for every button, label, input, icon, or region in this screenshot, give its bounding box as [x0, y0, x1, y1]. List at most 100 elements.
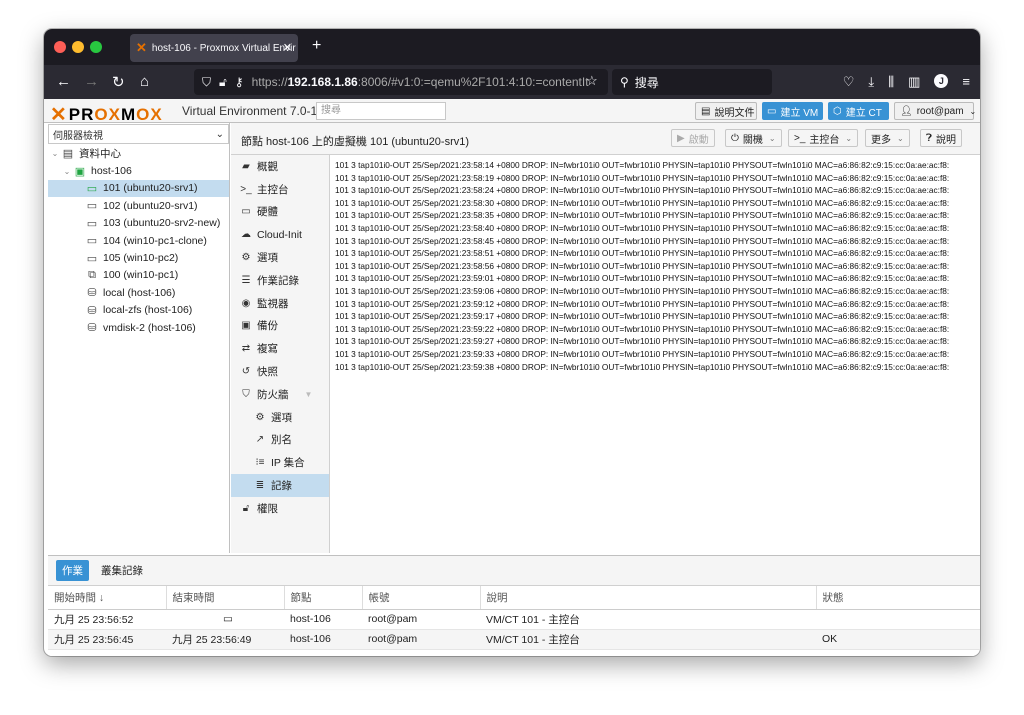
documentation-button[interactable]: ▤ 說明文件 [695, 102, 757, 120]
tree-item[interactable]: ▭ 101 (ubuntu20-srv1) [48, 179, 229, 198]
shield-icon: ⛉ [242, 388, 250, 400]
column-header[interactable]: 結束時間 [166, 586, 285, 610]
vm-side-menu: ▰ 概觀 >_ 主控台 ▭ 硬體 ☁ Cloud-Init ⚙ 選項 ☰ 作業記錄 ◉ 監視器 ▣ 備份 ⇄ 複寫… [231, 155, 330, 553]
tree-item[interactable]: ⛁ local-zfs (host-106) [48, 302, 229, 319]
menu-item[interactable]: ↺ 快照 [231, 360, 329, 383]
create-vm-button[interactable]: ▭ 建立 VM [762, 102, 823, 120]
menu-item[interactable]: ▰ 概觀 [231, 155, 329, 178]
back-icon[interactable]: ← [56, 73, 71, 90]
bookmark-star-icon[interactable]: ☆ [586, 73, 598, 89]
table-row[interactable]: 九月 25 23:56:45 九月 25 23:56:49 host-106 root… [48, 629, 980, 650]
external-link-icon: ↗ [255, 434, 265, 446]
menu-item[interactable]: ⁝≡ IP 集合 [231, 451, 329, 474]
tree-item[interactable]: ▭ 102 (ubuntu20-srv1) [48, 197, 229, 214]
template-icon: ⧉ [88, 268, 96, 281]
close-window-button[interactable] [54, 41, 66, 53]
menu-icon[interactable]: ≡ [962, 74, 970, 90]
tree-item[interactable]: ▭ 104 (win10-pc1-clone) [48, 232, 229, 249]
menu-item[interactable]: ⇄ 複寫 [231, 337, 329, 360]
column-header[interactable]: 帳號 [362, 586, 481, 610]
tab-cluster-log[interactable]: 叢集記錄 [95, 560, 149, 581]
tree-item[interactable]: ⛁ local (host-106) [48, 284, 229, 301]
table-cell-end: ▭ [166, 609, 284, 630]
column-header[interactable]: 狀態 [816, 586, 980, 610]
forward-icon[interactable]: → [84, 73, 99, 90]
permissions-key-icon[interactable]: ⚷ [235, 75, 244, 89]
start-button[interactable]: ▶ 啟動 [671, 129, 715, 147]
log-line: 101 3 tap101i0-OUT 25/Sep/2021:23:58:51 … [335, 248, 950, 259]
table-cell-node: host-106 [284, 629, 362, 650]
browser-toolbar: ♡ ⤓ ⫼ ▥ J ≡ [843, 74, 970, 90]
menu-item[interactable]: ☁ Cloud-Init [231, 223, 329, 246]
column-header[interactable]: 節點 [284, 586, 363, 610]
create-ct-button[interactable]: ⬡ 建立 CT [828, 102, 889, 120]
library-icon[interactable]: ⫼ [888, 74, 894, 90]
home-icon[interactable]: ⌂ [140, 73, 149, 90]
tab-close-icon[interactable]: ✕ [283, 41, 292, 54]
search-icon: ⚲ [620, 75, 629, 89]
tree-item[interactable]: ⌄ ▤ 資料中心 [48, 145, 229, 162]
help-button[interactable]: ❓︎ 說明 [920, 129, 963, 147]
firewall-log-view[interactable]: 101 3 tap101i0-OUT 25/Sep/2021:23:58:14 … [331, 155, 980, 553]
vm-icon: ▭ [86, 200, 98, 213]
menu-item-label: 防火牆 [257, 388, 289, 401]
shutdown-button[interactable]: ⏻ 關機 ⌄ [725, 129, 782, 147]
menu-item[interactable]: ⚙ 選項 [231, 406, 329, 429]
log-line: 101 3 tap101i0-OUT 25/Sep/2021:23:59:22 … [335, 323, 950, 334]
more-button[interactable]: 更多 ⌄ [865, 129, 910, 147]
sidebar-icon[interactable]: ▥ [908, 74, 920, 90]
browser-search-label: 搜尋 [634, 75, 659, 90]
table-cell-user: root@pam [362, 609, 480, 630]
tree-item[interactable]: ⛁ vmdisk-2 (host-106) [48, 319, 229, 336]
chevron-down-icon[interactable]: ⌄ [845, 134, 852, 143]
expand-toggle-icon[interactable]: ⌄ [50, 149, 60, 158]
menu-item[interactable]: ⚙ 選項 [231, 246, 329, 269]
tree-item[interactable]: ▭ 105 (win10-pc2) [48, 249, 229, 266]
browser-tab[interactable]: ✕ host-106 - Proxmox Virtual Envir ✕ [130, 34, 298, 62]
log-line: 101 3 tap101i0-OUT 25/Sep/2021:23:58:14 … [335, 160, 950, 170]
pve-version: Virtual Environment 7.0-11 [182, 104, 323, 118]
table-cell-desc: VM/CT 101 - 主控台 [480, 629, 816, 650]
pocket-icon[interactable]: ♡ [843, 74, 855, 90]
menu-item-label: 監視器 [257, 297, 289, 310]
expand-toggle-icon[interactable]: ⌄ [62, 167, 72, 176]
tree-item[interactable]: ⌄ ▣ host-106 [48, 162, 229, 179]
collapse-arrow-icon[interactable]: ▼ [305, 390, 313, 399]
tree-item-label: 103 (ubuntu20-srv2-new) [103, 217, 221, 230]
column-header[interactable]: 開始時間 ↓ [48, 586, 167, 610]
reload-icon[interactable]: ↻ [112, 73, 125, 91]
shield-tracking-icon[interactable]: ⛉ [202, 75, 211, 90]
menu-item[interactable]: 🔓︎ 權限 [231, 497, 329, 520]
menu-item[interactable]: ⛉ 防火牆 ▼ [231, 383, 329, 406]
user-menu-button[interactable]: 👤︎ root@pam ⌄ [894, 102, 976, 120]
tree-item[interactable]: ⧉ 100 (win10-pc1) [48, 267, 229, 284]
tree-item-label: host-106 [91, 165, 132, 178]
account-avatar-icon[interactable]: J [934, 74, 949, 88]
chevron-down-icon: ⌄ [897, 133, 904, 143]
view-selector[interactable]: 伺服器檢視 ⌄ [48, 124, 229, 144]
table-row[interactable]: 九月 25 23:56:52 ▭ host-106 root@pam VM/CT 101… [48, 609, 980, 630]
menu-item[interactable]: ◉ 監視器 [231, 292, 329, 315]
menu-item[interactable]: ▣ 備份 [231, 315, 329, 338]
menu-item[interactable]: >_ 主控台 [231, 178, 329, 201]
menu-item-label: 權限 [257, 502, 278, 515]
downloads-icon[interactable]: ⤓ [868, 74, 874, 90]
lock-warning-icon[interactable]: 🔓︎ [219, 75, 227, 90]
log-line: 101 3 tap101i0-OUT 25/Sep/2021:23:59:27 … [335, 336, 950, 347]
tab-tasks[interactable]: 作業 [56, 560, 89, 581]
new-tab-button[interactable]: + [312, 37, 321, 55]
menu-item[interactable]: ▭ 硬體 [231, 201, 329, 224]
chevron-down-icon[interactable]: ⌄ [769, 134, 776, 143]
tree-item[interactable]: ▭ 103 (ubuntu20-srv2-new) [48, 215, 229, 232]
menu-item[interactable]: ☰ 作業記錄 [231, 269, 329, 292]
browser-search-bar[interactable]: ⚲ 搜尋 [612, 69, 772, 95]
zoom-window-button[interactable] [90, 41, 102, 53]
console-button[interactable]: >_ 主控台 ⌄ [788, 129, 859, 147]
menu-item[interactable]: ↗ 別名 [231, 429, 329, 452]
pve-search-input[interactable]: 搜尋 [316, 102, 446, 120]
menu-item[interactable]: ≣ 記錄 [231, 474, 329, 497]
url-bar[interactable]: ⛉ 🔓︎ ⚷ https:// 192.168.1.86 :8006/#v1:0… [194, 69, 608, 95]
minimize-window-button[interactable] [72, 41, 84, 53]
column-header[interactable]: 說明 [480, 586, 817, 610]
browser-tab-title: host-106 - Proxmox Virtual Envir [151, 42, 296, 54]
